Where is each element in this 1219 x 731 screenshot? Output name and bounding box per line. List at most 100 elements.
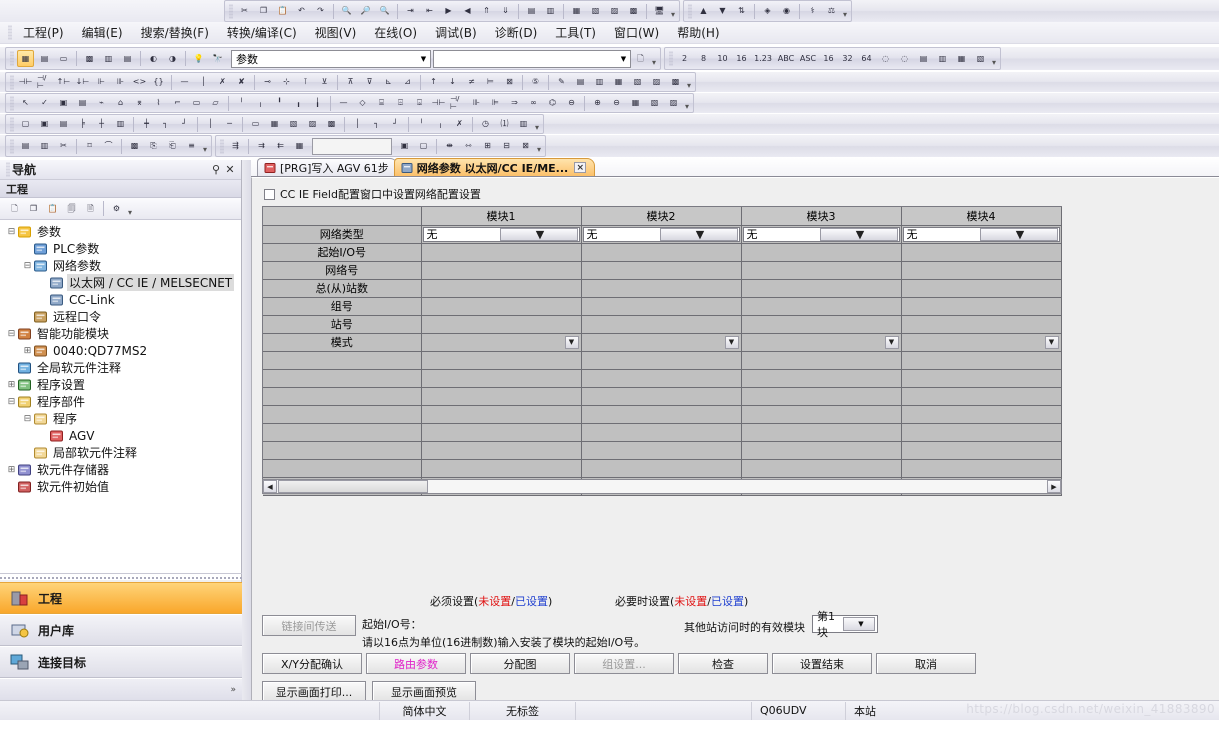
undo-icon[interactable]: ↶ — [293, 3, 310, 20]
toolbar-overflow-icon[interactable]: ▾ — [685, 74, 693, 90]
redo-icon[interactable]: ↷ — [312, 3, 329, 20]
fbd-contact4-icon[interactable]: ⊫ — [487, 95, 504, 112]
tree-item-6[interactable]: ⊟ 智能功能模块 — [0, 325, 241, 342]
chevron-down-icon[interactable]: ▼ — [819, 227, 898, 241]
vline4-icon[interactable]: ╷ — [432, 116, 449, 133]
statement-icon[interactable]: ▤ — [572, 74, 589, 91]
toolbar-grip[interactable] — [10, 116, 14, 132]
collapse-icon[interactable]: ⊟ — [22, 261, 33, 271]
grid-combo-cell[interactable]: 无 ▼ — [422, 226, 580, 242]
write-to-plc-icon[interactable]: ▲ — [695, 3, 712, 20]
tree-item-10[interactable]: ⊟ 程序部件 — [0, 393, 241, 410]
clock-icon[interactable]: ◷ — [477, 116, 494, 133]
toolbar-group-document[interactable]: ▤ ▥ ✂ ⌑ ⌒ ▩ ⎘ ⎗ ≡ ▾ — [5, 135, 212, 157]
tree-item-11[interactable]: ⊟ 程序 — [0, 410, 241, 427]
find-device-icon[interactable]: 🔍 — [338, 3, 355, 20]
bar-icon[interactable]: ⑴ — [496, 116, 513, 133]
fbd-node-icon[interactable]: ⌬ — [544, 95, 561, 112]
find-contact-icon[interactable]: 🔍 — [376, 3, 393, 20]
grid-cell[interactable]: ▼ — [901, 333, 1062, 352]
scroll-right-icon[interactable]: ▶ — [1047, 480, 1061, 493]
chevron-down-icon[interactable]: ▼ — [1044, 335, 1059, 349]
radix-10-icon[interactable]: 10 — [714, 50, 731, 67]
doc-more-icon[interactable]: ≡ — [183, 138, 200, 155]
copy-icon[interactable]: ❐ — [255, 3, 272, 20]
tree-item-1[interactable]: PLC参数 — [0, 240, 241, 257]
rung-icon[interactable]: ⊨ — [482, 74, 499, 91]
arrow-up-icon[interactable]: ↑ — [425, 74, 442, 91]
comment-edit-icon[interactable]: ✎ — [553, 74, 570, 91]
tree-item-14[interactable]: ⊞ 软元件存储器 — [0, 461, 241, 478]
toolbar-overflow-icon[interactable]: ▾ — [990, 51, 998, 67]
grid-text-cell[interactable] — [742, 280, 900, 296]
inline2-icon[interactable]: ⊽ — [361, 74, 378, 91]
grid-cell[interactable] — [421, 243, 582, 262]
toggle-navigation-icon[interactable]: ▦ — [17, 50, 34, 67]
auto-connect-icon[interactable]: ▨ — [665, 95, 682, 112]
window-tile-icon[interactable]: ▢ — [17, 116, 34, 133]
tree-item-3[interactable]: 以太网 / CC IE / MELSECNET — [0, 274, 241, 291]
navigation-grip[interactable] — [6, 162, 10, 177]
grid-text-cell[interactable] — [422, 280, 580, 296]
project-tree[interactable]: ⊟ 参数 PLC参数 ⊟ 网络参数 以太网 / CC IE / MELSECNET CC-L… — [0, 220, 241, 580]
display-note-icon[interactable]: ▨ — [648, 74, 665, 91]
window-cascade-icon[interactable]: ▣ — [36, 116, 53, 133]
doc-cut-icon[interactable]: ✂ — [55, 138, 72, 155]
inline-icon[interactable]: ⊼ — [342, 74, 359, 91]
check-button[interactable]: 检查 — [678, 653, 768, 674]
tree-item-13[interactable]: 局部软元件注释 — [0, 444, 241, 461]
menu-item-tool[interactable]: 工具(T) — [546, 22, 605, 43]
grid-cell[interactable] — [741, 279, 902, 298]
fbd-input-icon[interactable]: ⌹ — [392, 95, 409, 112]
grid-text-cell[interactable] — [422, 262, 580, 278]
radix-8-icon[interactable]: 8 — [695, 50, 712, 67]
matrix-icon[interactable]: ▥ — [515, 116, 532, 133]
chevron-down-icon[interactable]: ▼ — [499, 227, 578, 241]
ccie-field-checkbox[interactable] — [264, 188, 275, 200]
chevron-down-icon[interactable]: ▼ — [417, 55, 430, 63]
falling-pulse-icon[interactable]: ↓⊢ — [74, 74, 91, 91]
sfc-transition-icon[interactable]: ⌆ — [131, 95, 148, 112]
zoom-in-icon[interactable]: ⊕ — [589, 95, 606, 112]
ladder-cross-icon[interactable]: ┼ — [93, 116, 110, 133]
monitor-start-icon[interactable]: ▦ — [568, 3, 585, 20]
pulse-coil-icon[interactable]: ⊺ — [297, 74, 314, 91]
online-change-icon[interactable]: ⊠ — [517, 138, 534, 155]
jump-icon[interactable]: ▶ — [440, 3, 457, 20]
device-replace-icon[interactable]: ⇥ — [402, 3, 419, 20]
grid-cell[interactable] — [901, 261, 1062, 280]
jump-back-icon[interactable]: ◀ — [459, 3, 476, 20]
sfc-view2-icon[interactable]: ▦ — [266, 116, 283, 133]
network-parameter-grid[interactable]: 模块1 模块2 模块3 模块4 网络类型无 ▼ 无 ▼ 无 ▼ 无 ▼ 起始I/O号 网络号 总(从… — [262, 206, 1062, 496]
sfc-jump-icon[interactable]: ⌁ — [93, 95, 110, 112]
fbd-line-icon[interactable]: — — [335, 95, 352, 112]
monitor-write-icon[interactable]: ▨ — [606, 3, 623, 20]
valid-module-select[interactable]: 第1块 ▼ — [812, 610, 878, 639]
corner3-icon[interactable]: ┐ — [368, 116, 385, 133]
ccie-field-checkbox-row[interactable]: CC IE Field配置窗口中设置网络配置设置 — [264, 186, 481, 202]
sfc-divergence-icon[interactable]: ⌇ — [150, 95, 167, 112]
pin-icon[interactable]: ⚲ — [209, 163, 223, 176]
grid-cell[interactable]: ▼ — [741, 333, 902, 352]
scroll-thumb[interactable] — [278, 480, 428, 493]
convert-input[interactable] — [312, 137, 392, 155]
tab-close-icon[interactable]: × — [574, 162, 587, 173]
tree-item-4[interactable]: CC-Link — [0, 291, 241, 308]
navigation-resize-grabber[interactable] — [0, 573, 242, 582]
grid-cell[interactable] — [741, 243, 902, 262]
tree-item-0[interactable]: ⊟ 参数 — [0, 223, 241, 240]
fbd-output-icon[interactable]: ⌺ — [411, 95, 428, 112]
toolbar-group-online[interactable]: ▲ ▼ ⇅ ◈ ◉ ⚕ ⚖ ▾ — [683, 0, 852, 22]
toolbar-grip[interactable] — [688, 3, 692, 19]
menu-item-online[interactable]: 在线(O) — [365, 22, 426, 43]
verify-with-plc-icon[interactable]: ⇅ — [733, 3, 750, 20]
ascii-icon[interactable]: ABC — [776, 50, 796, 67]
grid-text-cell[interactable] — [582, 262, 740, 278]
device-list-icon[interactable]: ▥ — [100, 50, 117, 67]
tree-item-5[interactable]: 远程口令 — [0, 308, 241, 325]
delete-rung-icon[interactable]: ⊠ — [501, 74, 518, 91]
grid-toggle-icon[interactable]: ▦ — [627, 95, 644, 112]
brace-icon[interactable]: {} — [150, 74, 167, 91]
convert-opt1-icon[interactable]: ▣ — [396, 138, 413, 155]
toolbar-overflow-icon[interactable]: ▾ — [535, 138, 543, 154]
